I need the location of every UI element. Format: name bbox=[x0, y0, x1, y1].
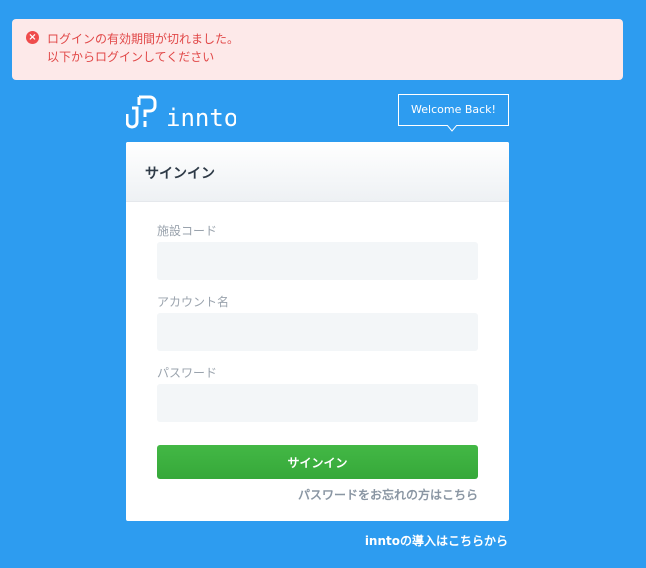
signin-button[interactable]: サインイン bbox=[157, 445, 478, 479]
innto-intro-link[interactable]: inntoの導入はこちらから bbox=[365, 532, 508, 549]
alert-message: ログインの有効期間が切れました。 以下からログインしてください bbox=[47, 30, 239, 66]
account-name-label: アカウント名 bbox=[157, 295, 230, 309]
alert-message-line2: 以下からログインしてください bbox=[47, 50, 215, 64]
account-name-input[interactable] bbox=[157, 313, 478, 351]
facility-code-input[interactable] bbox=[157, 242, 478, 280]
signin-title: サインイン bbox=[145, 166, 215, 182]
innto-logo: innto bbox=[126, 95, 236, 129]
error-circle-icon: × bbox=[26, 31, 39, 44]
session-expired-alert: × ログインの有効期間が切れました。 以下からログインしてください bbox=[12, 19, 623, 80]
welcome-back-bubble: Welcome Back! bbox=[398, 94, 509, 126]
password-label: パスワード bbox=[157, 366, 218, 380]
speech-bubble-tail-icon bbox=[447, 125, 457, 132]
password-input[interactable] bbox=[157, 384, 478, 422]
signin-card: サインイン 施設コード アカウント名 パスワード サインイン パスワードをお忘れ… bbox=[126, 142, 509, 521]
alert-message-line1: ログインの有効期間が切れました。 bbox=[47, 32, 240, 46]
forgot-password-link[interactable]: パスワードをお忘れの方はこちら bbox=[298, 486, 478, 503]
logo-text: innto bbox=[166, 104, 236, 129]
facility-code-label: 施設コード bbox=[157, 224, 218, 238]
signin-card-header: サインイン bbox=[126, 142, 509, 202]
